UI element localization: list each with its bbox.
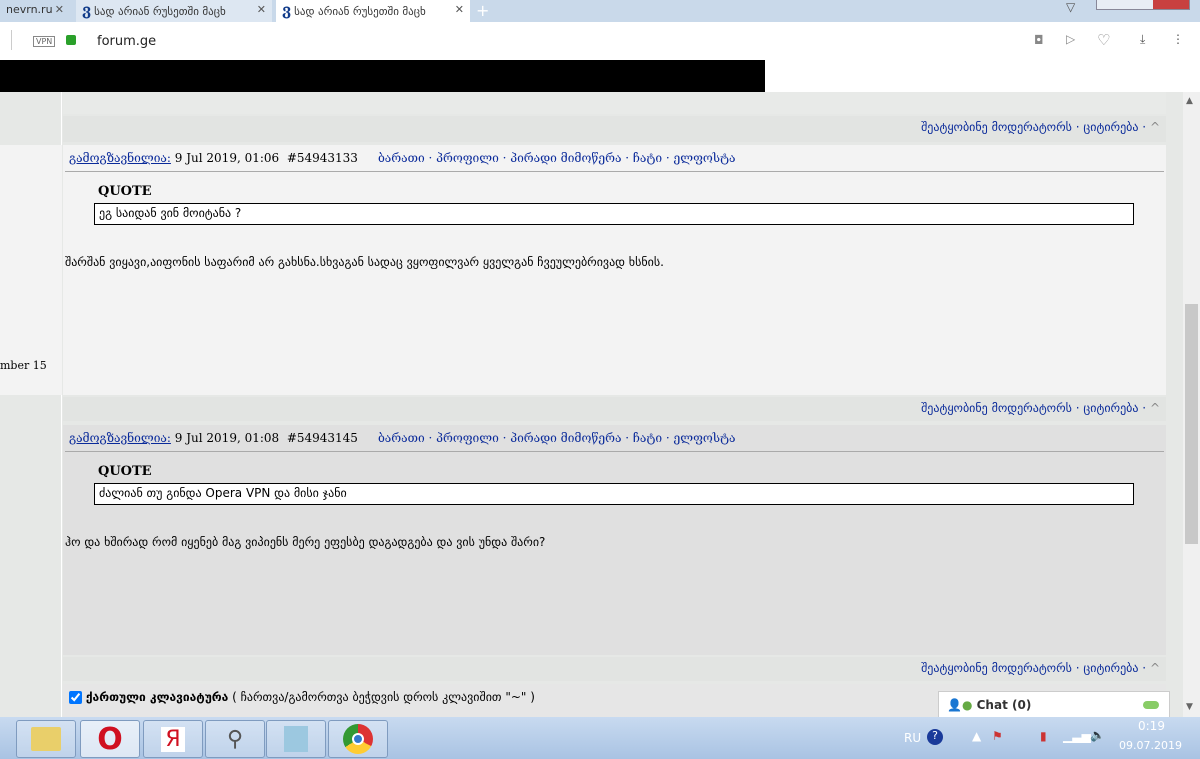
forum-logo-icon: ვ <box>282 1 292 19</box>
vpn-badge[interactable]: VPN <box>33 36 56 47</box>
download-icon[interactable]: ⤓ <box>1140 32 1145 47</box>
url-field[interactable]: forum.ge <box>97 34 156 49</box>
post-footer: შეატყობინე მოდერატორს · ციტირება · ^ <box>63 116 1166 142</box>
chat-label: Chat <box>976 698 1008 712</box>
user-links[interactable]: ბარათი · პროფილი · პირადი მიმოწერა · ჩატ… <box>378 151 736 165</box>
scrollbar[interactable]: ▲ ▼ <box>1183 92 1200 717</box>
help-icon[interactable]: ? <box>927 729 943 745</box>
chat-count: (0) <box>1012 698 1032 712</box>
menu-icon[interactable]: ⋮ <box>1172 32 1184 46</box>
close-icon[interactable]: ✕ <box>257 3 266 16</box>
show-hidden-icon[interactable]: ▲ <box>972 729 981 743</box>
taskbar: O Я ⚲ RU ? ▲ ⚑ ▮ ▁▃▅ 🔈 0:19 09.07.2019 <box>0 717 1200 759</box>
yandex-icon[interactable]: Я <box>143 720 203 758</box>
report-link[interactable]: შეატყობინე მოდერატორს <box>921 661 1072 675</box>
post-message: ჰო და ხშირად რომ იყენებ მაგ ვიპიენს მერე… <box>65 535 546 549</box>
minimize-button[interactable] <box>1097 0 1125 9</box>
post-header: გამოგზავნილია: 9 Jul 2019, 01:08 #549431… <box>65 425 1164 452</box>
post: გამოგზავნილია: 9 Jul 2019, 01:08 #549431… <box>63 425 1166 655</box>
signal-icon[interactable]: ▁▃▅ <box>1063 729 1091 743</box>
author-link[interactable]: გამოგზავნილია: <box>69 431 171 445</box>
scroll-thumb[interactable] <box>1185 304 1198 544</box>
quote-box: ეგ საიდან ვინ მოიტანა ? <box>94 203 1134 225</box>
maximize-button[interactable] <box>1125 0 1153 9</box>
chat-widget[interactable]: 👤● Chat (0) <box>938 691 1170 719</box>
toggle-icon[interactable] <box>1143 701 1159 709</box>
quote-link[interactable]: · ციტირება · <box>1076 661 1146 675</box>
keyboard-hint: ( ჩართვა/გამორთვა ბეჭდვის დროს კლავიშით … <box>228 690 535 704</box>
power-icon[interactable]: ▮ <box>1040 729 1047 743</box>
tab-bar: nevrn.ru ✕ ვ სად არიან რუსეთში მაცხ ✕ ვ სად … <box>0 0 1200 22</box>
volume-icon[interactable]: 🔈 <box>1090 728 1105 742</box>
close-icon[interactable]: ✕ <box>55 3 64 16</box>
quote-label: QUOTE <box>98 184 152 199</box>
opera-icon[interactable]: O <box>80 720 140 758</box>
tab-2[interactable]: ვ სად არიან რუსეთში მაცხ ✕ <box>76 0 272 22</box>
quote-box: ძალიან თუ გინდა Opera VPN და მისი ჯანი <box>94 483 1134 505</box>
post-message: შარშან ვიყავი,აიფონის საფარიმ არ გახსნა.… <box>65 255 664 269</box>
report-link[interactable]: შეატყობინე მოდერატორს <box>921 120 1072 134</box>
post-id[interactable]: #54943145 <box>287 431 358 445</box>
user-icon: 👤 <box>947 698 962 712</box>
user-links[interactable]: ბარათი · პროფილი · პირადი მიმოწერა · ჩატ… <box>378 431 736 445</box>
scroll-top-link[interactable]: ^ <box>1150 401 1160 415</box>
joined-date: mber 15 <box>0 359 47 372</box>
post-id[interactable]: #54943133 <box>287 151 358 165</box>
heart-icon[interactable]: ♡ <box>1097 31 1110 49</box>
tab-label: სად არიან რუსეთში მაცხ <box>294 5 426 18</box>
forum-logo-icon: ვ <box>82 1 92 19</box>
search-app-icon[interactable]: ⚲ <box>205 720 265 758</box>
online-dot-icon: ● <box>961 698 973 712</box>
post: გამოგზავნილია: 9 Jul 2019, 01:06 #549431… <box>63 145 1166 395</box>
tab-menu-icon[interactable]: ▽ <box>1066 0 1075 14</box>
keyboard-label: ქართული კლავიატურა <box>85 690 229 704</box>
report-link[interactable]: შეატყობინე მოდერატორს <box>921 401 1072 415</box>
scroll-top-link[interactable]: ^ <box>1150 661 1160 675</box>
scroll-up-icon[interactable]: ▲ <box>1186 96 1193 106</box>
divider <box>11 30 12 50</box>
close-icon[interactable]: ✕ <box>455 3 464 16</box>
redacted-bar <box>0 60 765 92</box>
address-bar: VPN forum.ge ◘ ▷ ♡ ⤓ ⋮ <box>0 22 1200 60</box>
scroll-top-link[interactable]: ^ <box>1150 120 1160 134</box>
lock-icon <box>66 35 76 45</box>
post-body-prev <box>63 92 1166 114</box>
tab-label: სად არიან რუსეთში მაცხ <box>94 5 226 18</box>
clock-time[interactable]: 0:19 <box>1138 719 1165 733</box>
action-center-flag-icon[interactable]: ⚑ <box>992 729 1003 743</box>
chrome-icon[interactable] <box>328 720 388 758</box>
post-header: გამოგზავნილია: 9 Jul 2019, 01:06 #549431… <box>65 145 1164 172</box>
post-footer: შეატყობინე მოდერატორს · ციტირება · ^ <box>63 657 1166 681</box>
post-date: 9 Jul 2019, 01:06 <box>170 151 280 165</box>
tab-label: nevrn.ru <box>6 3 53 16</box>
tab-3[interactable]: ვ სად არიან რუსეთში მაცხ ✕ <box>276 0 470 22</box>
clock-date[interactable]: 09.07.2019 <box>1119 739 1182 752</box>
quote-link[interactable]: · ციტირება · <box>1076 401 1146 415</box>
author-link[interactable]: გამოგზავნილია: <box>69 151 171 165</box>
scroll-down-icon[interactable]: ▼ <box>1186 702 1193 712</box>
quote-label: QUOTE <box>98 464 152 479</box>
keyboard-checkbox[interactable] <box>69 691 82 704</box>
window-controls <box>1096 0 1190 10</box>
post-date: 9 Jul 2019, 01:08 <box>170 431 280 445</box>
quote-link[interactable]: · ციტირება · <box>1076 120 1146 134</box>
new-tab-button[interactable]: + <box>476 1 489 20</box>
explorer-icon[interactable] <box>16 720 76 758</box>
user-info: mber 15 <box>0 145 62 395</box>
camera-icon[interactable]: ◘ <box>1034 33 1044 47</box>
notepad-icon[interactable] <box>266 720 326 758</box>
forum-page: შეატყობინე მოდერატორს · ციტირება · ^ mbe… <box>0 92 1183 719</box>
send-icon[interactable]: ▷ <box>1066 32 1075 46</box>
language-indicator[interactable]: RU <box>904 731 921 745</box>
post-footer: შეატყობინე მოდერატორს · ციტირება · ^ <box>63 397 1166 421</box>
tab-1[interactable]: nevrn.ru ✕ <box>0 0 70 22</box>
close-window-button[interactable] <box>1152 0 1189 9</box>
